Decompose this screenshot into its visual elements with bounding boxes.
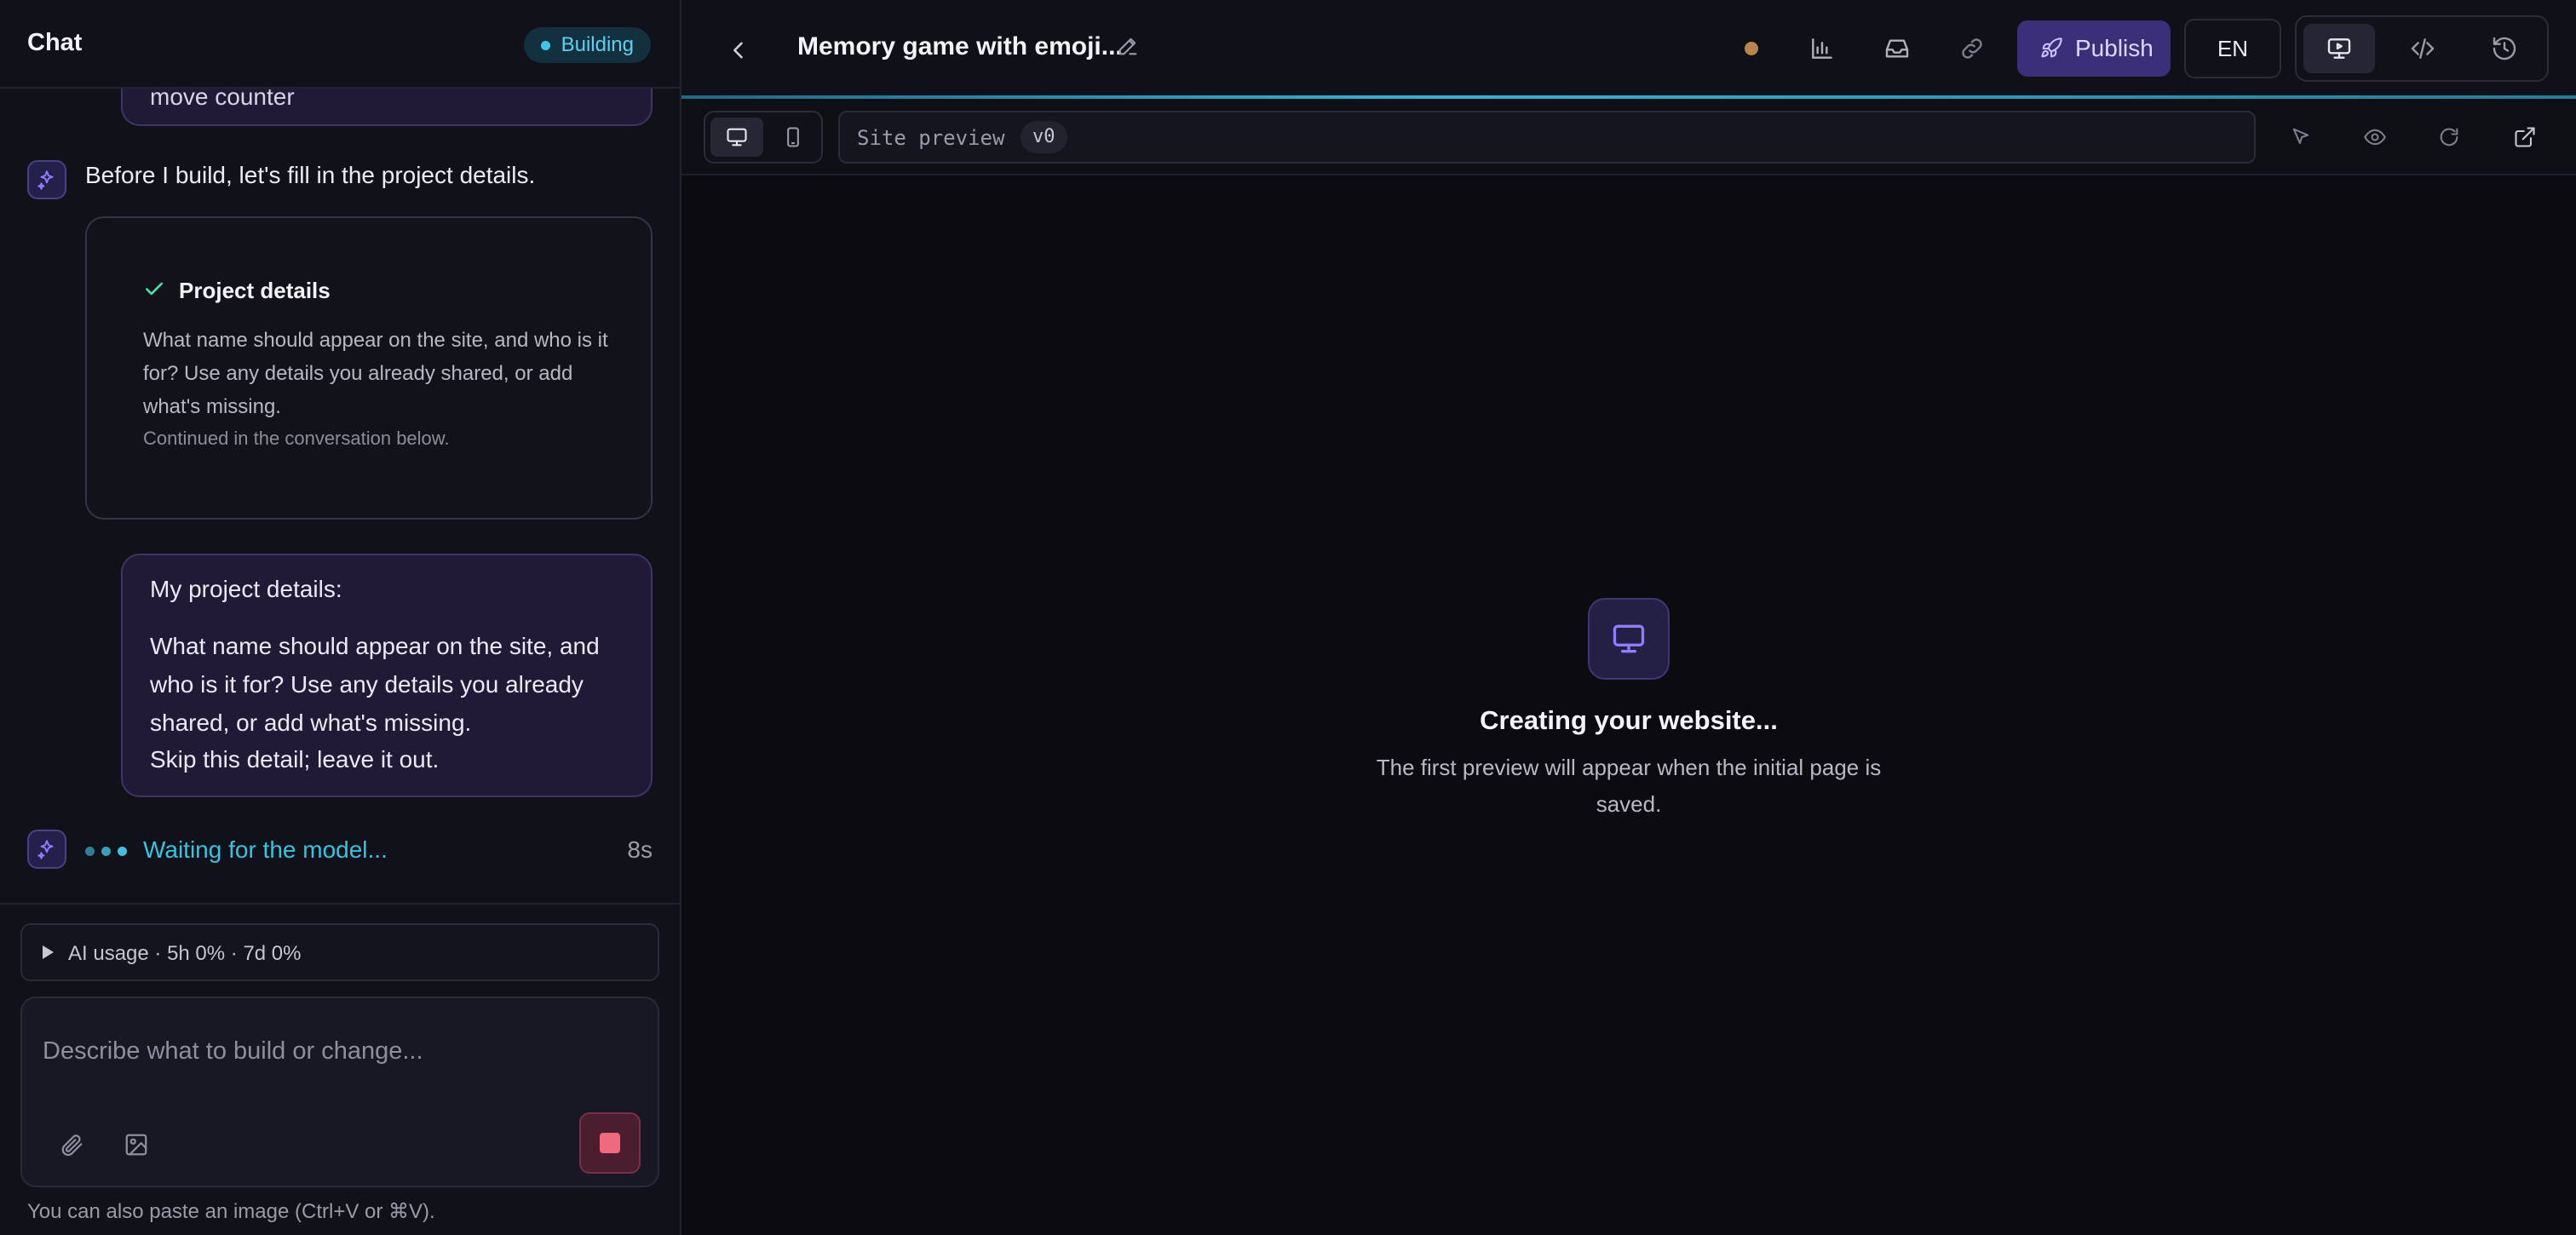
- chat-panel: Chat Building move counter Before I buil…: [0, 0, 681, 1235]
- preview-label: Site preview: [857, 126, 1005, 150]
- open-external-button[interactable]: [2504, 116, 2546, 158]
- user-message-text: move counter: [150, 89, 295, 110]
- version-badge: v0: [1021, 121, 1067, 153]
- back-button[interactable]: [717, 29, 760, 72]
- waiting-text: Waiting for the model...: [143, 836, 388, 863]
- rocket-icon: [2041, 37, 2062, 58]
- paperclip-icon: [61, 1134, 83, 1157]
- preview-panel: Memory game with emoji... Publish EN Sit…: [681, 0, 2576, 1235]
- desktop-icon: [727, 128, 747, 146]
- message-list[interactable]: move counter Before I build, let's fill …: [0, 89, 680, 903]
- preview-toolbar: Site preview v0: [681, 99, 2576, 175]
- empty-state-subtitle: The first preview will appear when the i…: [1376, 755, 1882, 817]
- preview-url-field[interactable]: Site preview v0: [838, 111, 2256, 164]
- preview-canvas: Creating your website... The first previ…: [681, 177, 2576, 1235]
- project-title: Memory game with emoji...: [797, 32, 1123, 60]
- stop-generation-button[interactable]: [579, 1112, 641, 1174]
- eye-icon: [2364, 129, 2386, 146]
- link-icon: [1962, 38, 1982, 59]
- rename-project-button[interactable]: [1116, 34, 1143, 61]
- preview-view-button[interactable]: [2303, 24, 2375, 73]
- publish-button[interactable]: Publish: [2017, 20, 2171, 77]
- inbox-button[interactable]: [1876, 27, 1918, 70]
- select-element-button[interactable]: [2280, 116, 2322, 158]
- analytics-button[interactable]: [1801, 27, 1843, 70]
- ai-avatar-icon: [27, 830, 66, 869]
- user-message-answer: Skip this detail; leave it out.: [150, 746, 440, 773]
- attach-image-button[interactable]: [118, 1126, 155, 1163]
- status-dot: [540, 41, 550, 50]
- history-icon: [2493, 37, 2516, 60]
- history-view-button[interactable]: [2469, 24, 2540, 73]
- monitor-play-icon: [2327, 38, 2351, 59]
- pencil-icon: [1118, 37, 1137, 55]
- code-view-button[interactable]: [2387, 24, 2458, 73]
- paste-hint: You can also paste an image (Ctrl+V or ⌘…: [27, 1200, 435, 1223]
- mobile-icon: [787, 127, 799, 147]
- mobile-view-button[interactable]: [767, 118, 819, 157]
- save-status-dot: [1745, 42, 1758, 55]
- toggle-visibility-button[interactable]: [2354, 116, 2396, 158]
- monitor-icon: [1588, 598, 1670, 680]
- language-switcher[interactable]: EN: [2184, 19, 2281, 78]
- expand-triangle-icon: [43, 945, 54, 959]
- external-link-icon: [2515, 127, 2535, 147]
- message-composer: [20, 997, 659, 1187]
- card-title: Project details: [179, 278, 331, 303]
- user-message-question: What name should appear on the site, and…: [150, 633, 600, 736]
- refresh-icon: [2440, 128, 2458, 146]
- chat-title: Chat: [27, 29, 83, 56]
- share-link-button[interactable]: [1951, 27, 1993, 70]
- ai-message-text: Before I build, let's fill in the projec…: [85, 162, 536, 188]
- device-toggle-group: [704, 111, 823, 164]
- chevron-left-icon: [733, 42, 743, 59]
- publish-label: Publish: [2075, 35, 2153, 61]
- card-note: Continued in the conversation below.: [143, 428, 450, 449]
- ai-usage-label: AI usage · 5h 0% · 7d 0%: [68, 942, 302, 965]
- desktop-view-button[interactable]: [710, 118, 763, 157]
- elapsed-time: 8s: [627, 836, 653, 863]
- user-message-heading: My project details:: [150, 576, 342, 602]
- card-header: Project details: [143, 278, 331, 304]
- empty-state-title: Creating your website...: [1480, 705, 1778, 735]
- status-badge: Building: [523, 27, 651, 63]
- waiting-indicator: Waiting for the model... 8s: [27, 830, 653, 872]
- image-icon: [125, 1134, 147, 1156]
- code-icon: [2411, 38, 2435, 59]
- cursor-icon: [2292, 128, 2309, 145]
- view-mode-group: [2295, 15, 2549, 82]
- typing-dots-icon: [85, 847, 127, 856]
- ai-usage-toggle[interactable]: AI usage · 5h 0% · 7d 0%: [20, 923, 659, 981]
- card-body: What name should appear on the site, and…: [143, 329, 608, 418]
- attach-file-button[interactable]: [53, 1126, 90, 1163]
- inbox-icon: [1885, 39, 1909, 58]
- top-toolbar: Memory game with emoji... Publish EN: [681, 0, 2576, 97]
- status-label: Building: [561, 33, 634, 56]
- ai-avatar-icon: [27, 160, 66, 199]
- user-message-previous: move counter: [121, 89, 653, 126]
- message-input[interactable]: [43, 1032, 622, 1070]
- chat-header: Chat Building: [0, 0, 680, 89]
- user-message: My project details: What name should app…: [121, 554, 653, 797]
- check-icon: [143, 278, 165, 304]
- composer-area: AI usage · 5h 0% · 7d 0% You can also pa…: [0, 903, 680, 1235]
- project-details-card: Project details What name should appear …: [85, 216, 653, 520]
- stop-icon: [600, 1133, 620, 1153]
- refresh-button[interactable]: [2428, 116, 2470, 158]
- bar-chart-icon: [1812, 38, 1832, 59]
